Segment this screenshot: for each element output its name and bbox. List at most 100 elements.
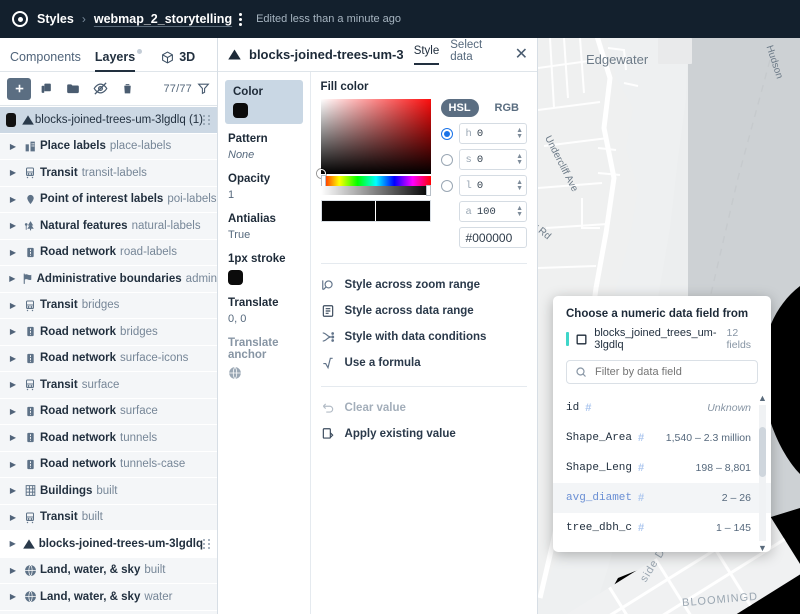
layer-row-12[interactable]: ▶Road networktunnels <box>0 425 217 451</box>
property-color-swatch[interactable] <box>233 103 248 118</box>
tab-style[interactable]: Style <box>414 45 440 65</box>
layer-expand-caret[interactable]: ▶ <box>6 592 20 601</box>
tab-components[interactable]: Components <box>10 50 81 71</box>
layer-expand-caret[interactable]: ▶ <box>6 354 20 363</box>
scroll-thumb[interactable] <box>759 427 766 477</box>
layer-row-16[interactable]: ▶blocks-joined-trees-um-3lgdlq <box>0 531 217 557</box>
layer-drag-handle[interactable] <box>203 539 210 549</box>
layer-expand-caret[interactable]: ▶ <box>6 380 20 389</box>
stepper-alpha[interactable]: ▲▼ <box>516 206 523 218</box>
color-swatch-preview[interactable] <box>321 200 431 222</box>
data-field-row-3[interactable]: avg_diamet#2 – 26 <box>553 483 771 513</box>
action-style-with-data-conditions[interactable]: Style with data conditions <box>321 324 527 350</box>
layer-expand-caret[interactable]: ▶ <box>6 566 20 575</box>
action-style-across-data-range[interactable]: Style across data range <box>321 298 527 324</box>
layer-row-19[interactable]: ▶Land, water, & skyland <box>0 611 217 614</box>
layer-row-7[interactable]: ▶Transitbridges <box>0 293 217 319</box>
layer-expand-caret[interactable]: ▶ <box>6 248 20 257</box>
layer-row-17[interactable]: ▶Land, water, & skybuilt <box>0 558 217 584</box>
layer-expand-caret[interactable]: ▶ <box>6 513 20 522</box>
layer-expand-caret[interactable]: ▶ <box>6 221 20 230</box>
duplicate-layer-button[interactable] <box>34 78 58 100</box>
layer-row-11[interactable]: ▶Road networksurface <box>0 399 217 425</box>
layer-drag-handle[interactable] <box>203 115 210 125</box>
layer-expand-caret[interactable]: ▶ <box>6 142 20 151</box>
hex-input[interactable]: # 000000 <box>459 227 527 248</box>
property-antialias[interactable]: Antialias True <box>218 207 310 247</box>
action-style-across-zoom-range[interactable]: Style across zoom range <box>321 272 527 298</box>
tab-3d[interactable]: 3D <box>161 50 195 71</box>
color-mode-rgb[interactable]: RGB <box>487 99 527 117</box>
property-translate-anchor[interactable]: Translate anchor <box>218 331 310 386</box>
stepper-s[interactable]: ▲▼ <box>516 154 523 166</box>
channel-input-s[interactable]: s 0 ▲▼ <box>459 149 527 170</box>
action-apply-existing-value[interactable]: Apply existing value <box>321 421 527 447</box>
breadcrumb-styles[interactable]: Styles <box>37 12 74 26</box>
field-filter-input[interactable] <box>593 365 749 379</box>
property-stroke-swatch[interactable] <box>228 270 243 285</box>
layer-row-13[interactable]: ▶Road networktunnels-case <box>0 452 217 478</box>
channel-input-h[interactable]: h 0 ▲▼ <box>459 123 527 144</box>
tab-select-data[interactable]: Select data <box>450 39 502 71</box>
layer-expand-caret[interactable]: ▶ <box>6 539 20 548</box>
layer-row-3[interactable]: ▶Point of interest labelspoi-labels <box>0 187 217 213</box>
add-layer-button[interactable] <box>7 78 31 100</box>
layer-expand-caret[interactable]: ▶ <box>6 301 20 310</box>
channel-input-l[interactable]: l 0 ▲▼ <box>459 175 527 196</box>
property-opacity[interactable]: Opacity 1 <box>218 167 310 207</box>
data-field-row-2[interactable]: Shape_Leng#198 – 8,801 <box>553 453 771 483</box>
property-pattern[interactable]: Pattern None <box>218 127 310 167</box>
eye-off-icon[interactable] <box>88 78 112 100</box>
layer-row-9[interactable]: ▶Road networksurface-icons <box>0 346 217 372</box>
stepper-h[interactable]: ▲▼ <box>516 128 523 140</box>
layer-row-6[interactable]: ▶Administrative boundariesadmin <box>0 266 217 292</box>
layer-row-0[interactable]: blocks-joined-trees-um-3lgdlq (1) <box>0 107 217 133</box>
layer-row-10[interactable]: ▶Transitsurface <box>0 372 217 398</box>
channel-radio-s[interactable] <box>441 154 453 166</box>
data-field-row-1[interactable]: Shape_Area#1,540 – 2.3 million <box>553 423 771 453</box>
data-field-row-4[interactable]: tree_dbh_c#1 – 145 <box>553 513 771 543</box>
data-field-row-0[interactable]: id#Unknown <box>553 393 771 423</box>
layer-expand-caret[interactable]: ▶ <box>6 460 20 469</box>
layer-row-8[interactable]: ▶Road networkbridges <box>0 319 217 345</box>
color-mode-hsl[interactable]: HSL <box>441 99 479 117</box>
action-clear-value[interactable]: Clear value <box>321 395 527 421</box>
field-list[interactable]: id#UnknownShape_Area#1,540 – 2.3 million… <box>553 393 771 552</box>
field-filter-row[interactable] <box>566 360 758 384</box>
layer-row-15[interactable]: ▶Transitbuilt <box>0 505 217 531</box>
close-icon[interactable]: ✕ <box>515 47 528 63</box>
filter-icon[interactable] <box>197 82 210 95</box>
field-list-scrollbar[interactable]: ▲ ▼ <box>758 393 767 552</box>
alpha-slider[interactable] <box>321 186 431 195</box>
trash-icon[interactable] <box>115 78 139 100</box>
layer-expand-caret[interactable]: ▶ <box>6 274 19 283</box>
saturation-value-field[interactable] <box>321 99 431 174</box>
channel-radio-h[interactable] <box>441 128 453 140</box>
layer-expand-caret[interactable]: ▶ <box>6 433 20 442</box>
layer-color-swatch[interactable] <box>6 113 16 127</box>
chevron-down-icon[interactable]: ▼ <box>758 543 767 552</box>
channel-radio-l[interactable] <box>441 180 453 192</box>
alpha-handle[interactable] <box>426 185 431 196</box>
property-color[interactable]: Color <box>225 80 303 124</box>
layer-row-18[interactable]: ▶Land, water, & skywater <box>0 584 217 610</box>
layer-expand-caret[interactable]: ▶ <box>6 407 20 416</box>
property-translate[interactable]: Translate 0, 0 <box>218 291 310 331</box>
document-title[interactable]: webmap_2_storytelling <box>94 12 232 26</box>
layer-expand-caret[interactable]: ▶ <box>6 486 20 495</box>
layer-row-2[interactable]: ▶Transittransit-labels <box>0 160 217 186</box>
action-use-a-formula[interactable]: Use a formula <box>321 350 527 376</box>
hue-slider[interactable] <box>321 176 431 186</box>
tab-layers[interactable]: Layers <box>95 50 135 71</box>
layer-expand-caret[interactable]: ▶ <box>6 195 20 204</box>
layer-expand-caret[interactable]: ▶ <box>6 327 20 336</box>
layer-row-14[interactable]: ▶Buildingsbuilt <box>0 478 217 504</box>
property-stroke[interactable]: 1px stroke <box>218 247 310 291</box>
layer-row-1[interactable]: ▶Place labelsplace-labels <box>0 134 217 160</box>
stepper-l[interactable]: ▲▼ <box>516 180 523 192</box>
layer-row-4[interactable]: ▶Natural featuresnatural-labels <box>0 213 217 239</box>
layer-row-5[interactable]: ▶Road networkroad-labels <box>0 240 217 266</box>
scroll-track[interactable] <box>759 405 766 541</box>
layer-list[interactable]: blocks-joined-trees-um-3lgdlq (1)▶Place … <box>0 106 217 614</box>
alpha-input[interactable]: a 100 ▲▼ <box>459 201 527 222</box>
